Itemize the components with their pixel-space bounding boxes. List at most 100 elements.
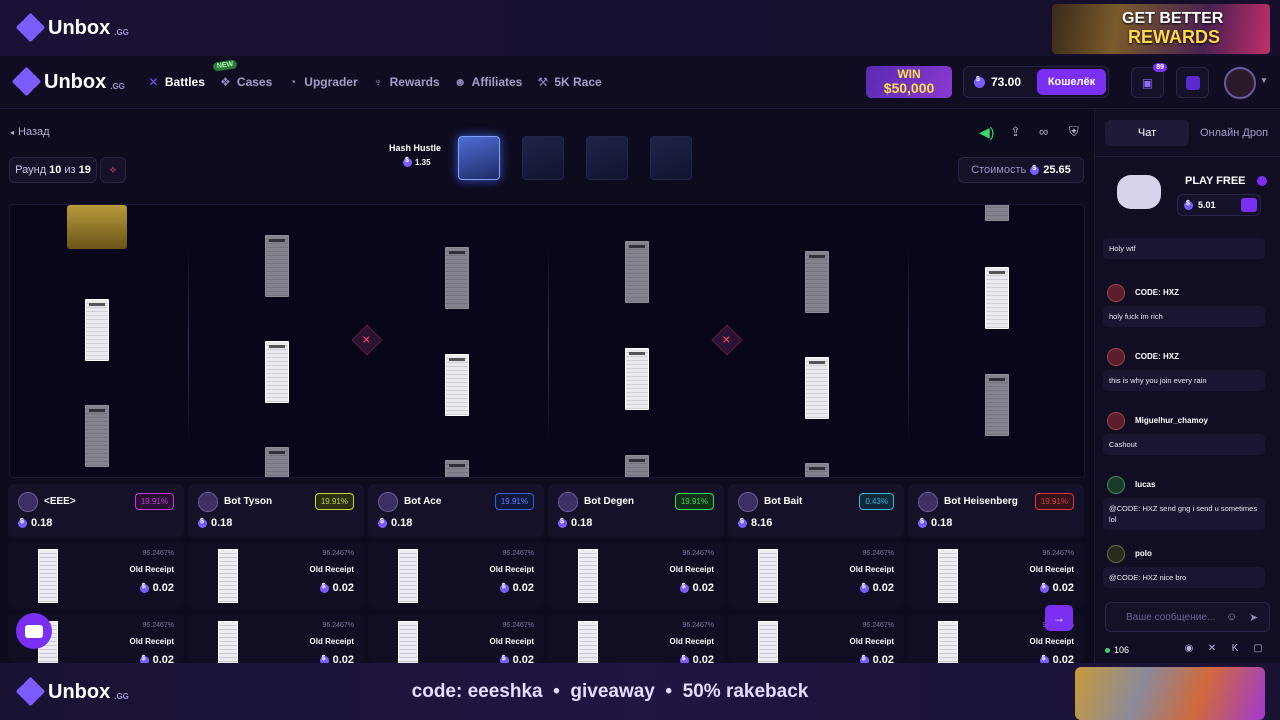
rewards-promo-image[interactable]: GET BETTER REWARDS <box>1052 4 1270 54</box>
cart-button[interactable]: ▣ 89 <box>1131 63 1167 98</box>
item-name: Old Receipt <box>129 565 174 574</box>
cost-label: Стоимость <box>971 164 1027 176</box>
chat-bubbles-icon <box>1117 175 1161 209</box>
receipt-item <box>625 241 649 303</box>
won-item-card[interactable]: 96.2467% Old Receipt 0.02 <box>188 542 364 608</box>
user-avatar[interactable] <box>1224 67 1256 99</box>
receipt-item <box>265 447 289 477</box>
chat-message: Miguelhur_chamoy Cashout <box>1103 412 1265 462</box>
nav-item-label: 5K Race <box>554 75 602 89</box>
player-card[interactable]: Bot Heisenberg 19.91% 0.18 <box>908 484 1084 538</box>
won-item-card[interactable]: 96.2467% Old Receipt 0.02 <box>548 614 724 663</box>
fairness-button[interactable]: ⟡ <box>100 157 126 183</box>
nav-item-5k-race[interactable]: ⚒ 5K Race <box>536 75 601 89</box>
player-value-text: 0.18 <box>211 517 233 529</box>
wallet-button[interactable]: Кошелёк <box>1037 69 1106 95</box>
win-50000-promo[interactable]: WIN $50,000 <box>866 66 952 98</box>
player-card[interactable]: Bot Bait 0.43% 8.16 <box>728 484 904 538</box>
nav-item-battles[interactable]: ✕ Battles <box>147 75 205 89</box>
player-card[interactable]: Bot Ace 19.91% 0.18 <box>368 484 544 538</box>
nav-item-cases[interactable]: NEW ❖ Cases <box>212 59 272 89</box>
avatar <box>558 492 578 512</box>
item-price-value: 0.02 <box>872 582 894 594</box>
unbox-logo-icon <box>11 66 42 97</box>
coin-icon <box>319 583 329 593</box>
chat-username: CODE: HXZ <box>1135 352 1179 361</box>
chat-input-box[interactable]: Ваше сообщение... ☺ ➤ <box>1105 602 1270 632</box>
nav-item-affiliates[interactable]: ☻ Affiliates <box>454 75 523 89</box>
back-link[interactable]: ◂ Назад <box>10 126 50 138</box>
nav-item-upgrader[interactable]: ◔ Upgrader <box>286 75 357 89</box>
chat-username: polo <box>1135 549 1152 558</box>
won-item-card[interactable]: 96.2467% Old Receipt 0.02 <box>188 614 364 663</box>
coin-icon <box>139 655 149 663</box>
open-chat-button[interactable]: → <box>1045 605 1073 631</box>
receipt-item <box>985 267 1009 329</box>
x-twitter-icon[interactable]: ✕ <box>1206 643 1218 655</box>
item-name: Old Receipt <box>669 637 714 646</box>
round-total: 19 <box>78 164 91 176</box>
case-slot[interactable] <box>650 136 692 180</box>
promo-items-image <box>1075 667 1265 720</box>
instagram-icon[interactable]: ▢ <box>1252 643 1264 655</box>
support-chat-button[interactable] <box>16 613 52 649</box>
link-icon[interactable]: ∞ <box>1039 124 1048 139</box>
case-slot-current[interactable] <box>458 136 500 180</box>
chat-input[interactable]: Ваше сообщение... <box>1126 612 1215 623</box>
cart-count-badge: 89 <box>1153 63 1167 72</box>
avatar <box>1107 284 1125 302</box>
player-percent-badge: 19.91% <box>1034 493 1074 510</box>
notifications-button[interactable] <box>1176 67 1209 98</box>
case-slot[interactable] <box>586 136 628 180</box>
chat-username: Miguelhur_chamoy <box>1135 416 1208 425</box>
play-free-value: 5.01 <box>1198 200 1216 210</box>
player-card[interactable]: Bot Degen 19.91% 0.18 <box>548 484 724 538</box>
chat-username: CODE: HXZ <box>1135 288 1179 297</box>
sound-icon[interactable]: ◀) <box>979 124 994 141</box>
won-item-card[interactable]: 96.2467% Old Receipt 0.02 <box>728 614 904 663</box>
close-icon: ✕ <box>362 334 372 347</box>
won-item-card[interactable]: 96.2467% Old Receipt 0.02 <box>368 614 544 663</box>
kick-icon[interactable]: K <box>1229 643 1241 655</box>
won-item-card[interactable]: 96.2467% Old Receipt 0.02 <box>908 542 1084 608</box>
won-item-card[interactable]: 96.2467% Old Receipt 0.02 <box>8 542 184 608</box>
tab-online-drops[interactable]: Онлайн Дроп <box>1191 120 1277 146</box>
player-value: 0.18 <box>378 517 412 529</box>
avatar <box>378 492 398 512</box>
avatar <box>198 492 218 512</box>
chat-message-text: @CODE: HXZ nice bro <box>1103 567 1265 588</box>
receipt-item <box>805 251 829 313</box>
item-price-value: 0.02 <box>512 654 534 663</box>
coin-icon <box>319 655 329 663</box>
won-item-card[interactable]: 96.2467% Old Receipt 0.02 <box>368 542 544 608</box>
nav-logo[interactable]: Unbox .GG <box>11 66 125 97</box>
player-card[interactable]: Bot Tyson 19.91% 0.18 <box>188 484 364 538</box>
chevron-down-icon[interactable]: ▼ <box>1260 76 1268 85</box>
share-icon[interactable]: ⇪ <box>1010 124 1021 140</box>
nav-item-rewards[interactable]: ♆ Rewards <box>372 75 440 89</box>
won-item-card[interactable]: 96.2467% Old Receipt 0.02 <box>728 542 904 608</box>
reel-divider <box>908 245 909 445</box>
player-value: 0.18 <box>18 517 52 529</box>
emoji-icon[interactable]: ☺ <box>1226 611 1237 623</box>
new-badge: NEW <box>212 59 238 72</box>
bottom-banner-logo-suffix: .GG <box>114 692 129 701</box>
shield-icon[interactable]: ⛨ <box>1069 124 1079 140</box>
player-card[interactable]: <EEE> 19.91% 0.18 <box>8 484 184 538</box>
discord-icon[interactable]: ◉ <box>1183 643 1195 655</box>
gift-icon[interactable] <box>1241 198 1257 212</box>
receipt-item <box>805 357 829 419</box>
bottom-banner-logo[interactable]: Unbox .GG <box>15 676 129 707</box>
receipt-item <box>398 549 418 603</box>
reel-divider <box>548 245 549 445</box>
item-price-value: 0.02 <box>152 654 174 663</box>
case-slot[interactable] <box>522 136 564 180</box>
top-banner-logo[interactable]: Unbox .GG <box>15 12 129 43</box>
won-item-card[interactable]: 96.2467% Old Receipt 0.02 <box>548 542 724 608</box>
coin-icon <box>558 518 567 528</box>
coin-icon <box>499 583 509 593</box>
avatar <box>1107 348 1125 366</box>
chat-message: Holy wtf <box>1103 218 1265 259</box>
send-icon[interactable]: ➤ <box>1249 611 1258 624</box>
tab-chat[interactable]: Чат <box>1105 120 1189 146</box>
